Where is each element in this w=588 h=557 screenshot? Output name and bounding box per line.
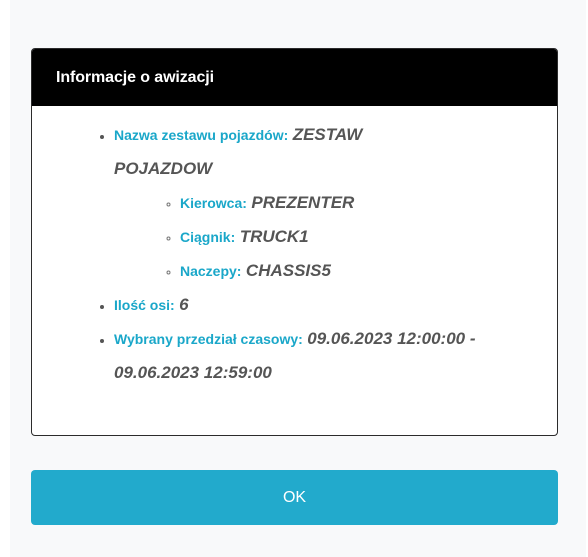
detail-vehicle-set: Nazwa zestawu pojazdów: ZESTAW POJAZDOW … [114, 118, 557, 288]
vehicle-set-sublist: Kierowca: PREZENTER Ciągnik: TRUCK1 Nacz… [114, 186, 557, 288]
ok-button[interactable]: OK [31, 470, 558, 525]
card-title: Informacje o awizacji [56, 69, 214, 86]
detail-time-slot: Wybrany przedział czasowy: 09.06.2023 12… [114, 322, 557, 390]
tractor-label: Ciągnik: [180, 229, 236, 245]
notification-info-card: Informacje o awizacji Nazwa zestawu poja… [31, 48, 558, 436]
detail-tractor: Ciągnik: TRUCK1 [180, 220, 557, 254]
detail-trailers: Naczepy: CHASSIS5 [180, 254, 557, 288]
axles-label: Ilość osi: [114, 297, 175, 313]
tractor-value: TRUCK1 [239, 227, 309, 246]
trailers-value: CHASSIS5 [245, 261, 331, 280]
driver-label: Kierowca: [180, 195, 247, 211]
vehicle-set-label: Nazwa zestawu pojazdów: [114, 127, 289, 143]
axles-value: 6 [179, 295, 189, 314]
driver-value: PREZENTER [251, 193, 355, 212]
trailers-label: Naczepy: [180, 263, 242, 279]
detail-axles: Ilość osi: 6 [114, 288, 557, 322]
details-list: Nazwa zestawu pojazdów: ZESTAW POJAZDOW … [32, 106, 557, 390]
detail-driver: Kierowca: PREZENTER [180, 186, 557, 220]
card-header: Informacje o awizacji [32, 49, 557, 106]
time-slot-label: Wybrany przedział czasowy: [114, 331, 303, 347]
